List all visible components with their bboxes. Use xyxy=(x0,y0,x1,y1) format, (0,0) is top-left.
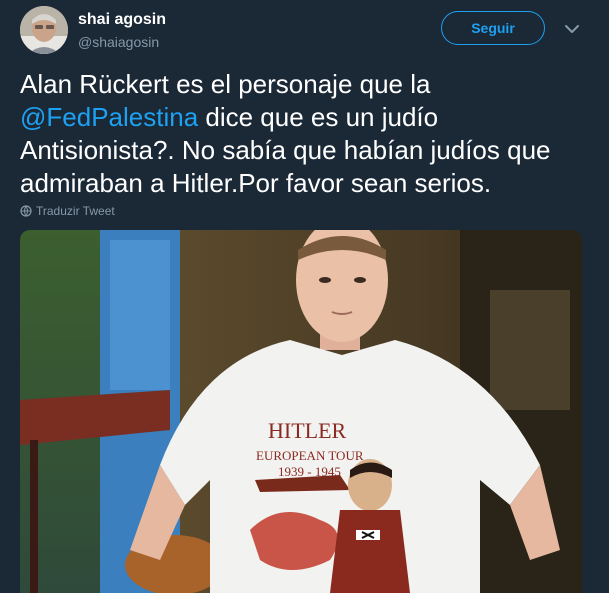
chevron-down-icon[interactable] xyxy=(562,19,582,39)
tweet-text-part: dice que es un judío xyxy=(198,102,439,132)
translate-label: Traduzir Tweet xyxy=(36,204,115,218)
tweet-text-part: Antisionista?. No sabía que habían judío… xyxy=(20,135,551,198)
tweet-media-photo[interactable]: HITLER EUROPEAN TOUR 1939 - 1945 xyxy=(20,230,582,593)
author-handle[interactable]: @shaiagosin xyxy=(78,34,159,50)
translate-link[interactable]: Traduzir Tweet xyxy=(20,204,115,218)
mention-link[interactable]: @FedPalestina xyxy=(20,102,198,132)
photo: HITLER EUROPEAN TOUR 1939 - 1945 xyxy=(20,230,582,593)
shirt-subtitle: EUROPEAN TOUR xyxy=(256,448,364,463)
tweet-header: shai agosin @shaiagosin Seguir xyxy=(0,0,609,62)
globe-icon xyxy=(20,205,32,217)
author-name[interactable]: shai agosin xyxy=(78,11,166,29)
shirt-title: HITLER xyxy=(268,418,347,443)
tweet-text: Alan Rückert es el personaje que la @FedP… xyxy=(20,68,590,200)
avatar[interactable] xyxy=(20,6,68,54)
tweet-card: shai agosin @shaiagosin Seguir Alan Rück… xyxy=(0,0,609,593)
avatar-photo xyxy=(20,6,68,54)
follow-button[interactable]: Seguir xyxy=(441,11,545,45)
tweet-text-part: Alan Rückert es el personaje que la xyxy=(20,69,431,99)
